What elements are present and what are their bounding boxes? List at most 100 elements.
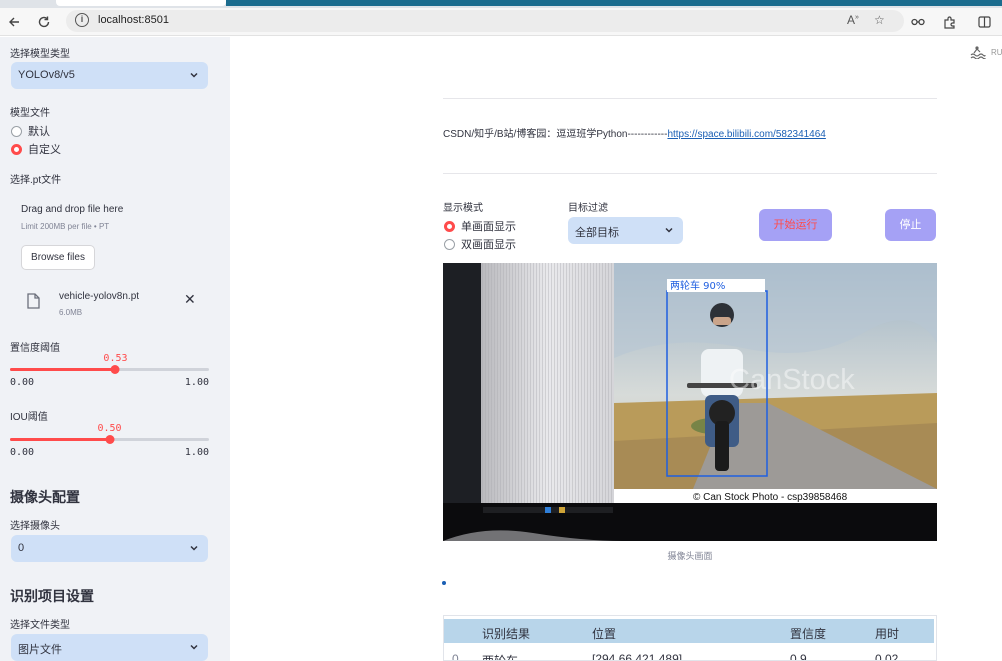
camera-frame-image: CanStock 两轮车 90% © Can Stock Photo - csp… xyxy=(443,263,937,541)
slider-thumb[interactable] xyxy=(110,365,120,374)
link-prefix-text: CSDN/知乎/B站/博客园：逗逗班学Python------------ xyxy=(443,129,668,140)
table-row[interactable]: 0 两轮车 [294,66,421,489] 0.9 0.02 xyxy=(444,646,934,661)
photo-credit: © Can Stock Photo - csp39858468 xyxy=(693,492,848,503)
slider-fill xyxy=(10,368,116,371)
results-table[interactable]: 识别结果 位置 置信度 用时 0 两轮车 [294,66,421,489] 0.… xyxy=(443,615,937,661)
camera-select[interactable]: 0 xyxy=(11,535,208,562)
radio-circle-selected[interactable] xyxy=(11,143,22,155)
confidence-current-value: 0.53 xyxy=(103,353,128,364)
radio-circle-selected[interactable] xyxy=(444,220,455,232)
camera-feed: CanStock 两轮车 90% © Can Stock Photo - csp… xyxy=(443,263,937,541)
cell-result: 两轮车 xyxy=(482,654,519,661)
extensions-puzzle-icon[interactable] xyxy=(939,12,959,32)
dropzone-limit: Limit 200MB per file • PT xyxy=(21,222,110,231)
confidence-min: 0.00 xyxy=(10,377,35,388)
confidence-max: 1.00 xyxy=(184,377,209,388)
file-dropzone[interactable]: Drag and drop file here Limit 200MB per … xyxy=(11,187,211,275)
iou-max: 1.00 xyxy=(184,447,209,458)
browser-toolbar: i localhost:8501 A» ☆ xyxy=(0,8,1002,36)
table-header[interactable]: 置信度 xyxy=(790,625,826,642)
target-filter-select[interactable]: 全部目标 xyxy=(568,217,683,244)
file-type-value: 图片文件 xyxy=(18,644,62,656)
row-index: 0 xyxy=(452,652,459,661)
start-button[interactable]: 开始运行 xyxy=(759,209,832,241)
active-tab[interactable] xyxy=(56,0,226,6)
target-filter-value: 全部目标 xyxy=(575,227,619,239)
cell-time: 0.02 xyxy=(875,652,899,661)
camera-caption: 摄像头画面 xyxy=(667,551,713,561)
sidebar: 选择模型类型 YOLOv8/v5 模型文件 默认 自定义 选择.pt文件 Dra… xyxy=(0,37,230,661)
detection-label: 两轮车 90% xyxy=(670,279,725,292)
model-type-label: 选择模型类型 xyxy=(10,49,70,60)
cell-confidence: 0.9 xyxy=(790,652,807,661)
radio-custom-label: 自定义 xyxy=(28,144,61,156)
chevron-down-icon xyxy=(665,227,673,233)
cell-position: [294,66,421,489] xyxy=(592,652,683,661)
model-type-value: YOLOv8/v5 xyxy=(18,69,75,81)
read-aloud-icon[interactable]: A» xyxy=(847,13,859,27)
table-header[interactable]: 位置 xyxy=(592,625,616,642)
radio-default-label: 默认 xyxy=(28,126,50,138)
address-bar[interactable]: i localhost:8501 A» ☆ xyxy=(66,10,904,32)
slider-fill xyxy=(10,438,110,441)
iou-label: IOU阈值 xyxy=(10,412,48,423)
confidence-label: 置信度阈值 xyxy=(10,343,60,354)
iou-current-value: 0.50 xyxy=(97,423,122,434)
camera-value: 0 xyxy=(18,542,25,554)
uploaded-file-name: vehicle-yolov8n.pt xyxy=(59,291,140,302)
file-type-select[interactable]: 图片文件 xyxy=(11,634,208,661)
table-header[interactable]: 识别结果 xyxy=(482,625,530,642)
uploaded-file-row: vehicle-yolov8n.pt 6.0MB ✕ xyxy=(11,283,211,323)
divider xyxy=(443,98,937,99)
table-header[interactable]: 用时 xyxy=(875,625,899,642)
chevron-down-icon xyxy=(190,644,198,650)
tab-strip-accent xyxy=(226,0,1002,6)
radio-dual-view-label: 双画面显示 xyxy=(461,239,516,251)
slider-track[interactable] xyxy=(10,435,209,444)
radio-default[interactable]: 默认 xyxy=(11,124,50,138)
pt-file-label: 选择.pt文件 xyxy=(10,175,62,186)
radio-dual-view[interactable]: 双画面显示 xyxy=(444,237,516,251)
slider-track[interactable] xyxy=(10,365,209,374)
progress-dot xyxy=(442,581,446,585)
author-link-line: CSDN/知乎/B站/博客园：逗逗班学Python------------htt… xyxy=(443,125,826,140)
divider xyxy=(443,173,937,174)
radio-custom[interactable]: 自定义 xyxy=(11,142,61,156)
model-file-label: 模型文件 xyxy=(10,108,50,119)
uploaded-file-size: 6.0MB xyxy=(59,308,83,317)
file-icon xyxy=(27,293,40,309)
browser-tab-strip xyxy=(0,0,1002,8)
radio-single-view-label: 单画面显示 xyxy=(461,221,516,233)
iou-min: 0.00 xyxy=(10,447,35,458)
display-mode-label: 显示模式 xyxy=(443,203,483,214)
chevron-down-icon xyxy=(190,72,198,78)
radio-circle[interactable] xyxy=(11,125,22,137)
chevron-down-icon xyxy=(190,545,198,551)
radio-single-view[interactable]: 单画面显示 xyxy=(444,219,516,233)
camera-heading: 摄像头配置 xyxy=(10,489,80,505)
remove-file-close-icon[interactable]: ✕ xyxy=(184,291,196,308)
dropzone-text: Drag and drop file here xyxy=(21,204,124,215)
bilibili-link[interactable]: https://space.bilibili.com/582341464 xyxy=(667,129,825,140)
camera-select-label: 选择摄像头 xyxy=(10,521,60,532)
watermark-text: CanStock xyxy=(729,364,855,396)
target-filter-label: 目标过滤 xyxy=(568,203,608,214)
project-settings-heading: 识别项目设置 xyxy=(10,588,94,604)
favorite-star-icon[interactable]: ☆ xyxy=(874,13,885,27)
running-status-icon xyxy=(970,45,986,62)
browse-files-button[interactable]: Browse files xyxy=(21,245,95,270)
slider-thumb[interactable] xyxy=(105,435,114,444)
stop-button[interactable]: 停止 xyxy=(885,209,936,241)
split-screen-icon[interactable] xyxy=(974,12,994,32)
confidence-slider[interactable]: 0.53 0.00 1.00 xyxy=(10,353,209,393)
back-arrow-icon[interactable] xyxy=(4,12,24,32)
model-type-select[interactable]: YOLOv8/v5 xyxy=(11,62,208,89)
running-status-text: RU xyxy=(991,48,1002,57)
extensions-glasses-icon[interactable] xyxy=(908,12,928,32)
refresh-icon[interactable] xyxy=(34,12,54,32)
radio-circle[interactable] xyxy=(444,238,455,250)
iou-slider[interactable]: 0.50 0.00 1.00 xyxy=(10,423,209,463)
site-info-icon[interactable]: i xyxy=(75,13,89,27)
url-text: localhost:8501 xyxy=(98,14,169,26)
file-type-label: 选择文件类型 xyxy=(10,620,70,631)
